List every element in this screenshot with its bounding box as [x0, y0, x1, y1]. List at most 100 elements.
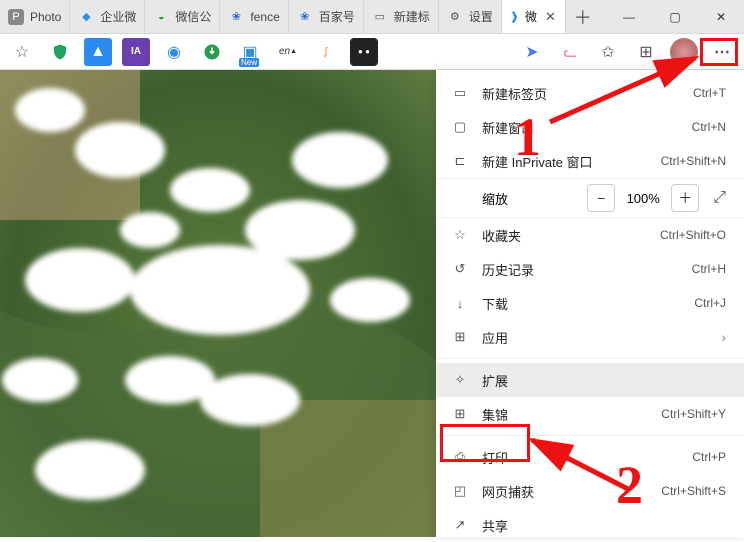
menu-extensions[interactable]: ✧ 扩展	[436, 363, 744, 397]
favicon-drop-icon: ◆	[78, 9, 94, 25]
tab-icon: ▭	[452, 85, 468, 101]
tab-label: 企业微	[100, 8, 136, 25]
window-icon: ▢	[452, 119, 468, 135]
tab-photo[interactable]: P Photo	[0, 0, 70, 33]
tab-weixin[interactable]: ◒ 微信公	[145, 0, 220, 33]
collections-icon[interactable]: ⊞	[632, 38, 660, 66]
fullscreen-icon[interactable]: ⤢	[713, 189, 726, 207]
tab-qiyewei[interactable]: ◆ 企业微	[70, 0, 145, 33]
menu-shortcut: Ctrl+N	[692, 120, 726, 134]
satellite-image	[0, 70, 436, 537]
menu-label: 新建标签页	[482, 84, 679, 103]
menu-label: 应用	[482, 328, 707, 347]
bird-icon[interactable]: ➤	[518, 38, 546, 66]
tab-label: fence	[250, 10, 279, 24]
menu-label: 扩展	[482, 371, 726, 390]
menu-print[interactable]: ⎙ 打印 Ctrl+P	[436, 440, 744, 474]
menu-label: 新建 InPrivate 窗口	[482, 152, 647, 171]
menu-shortcut: Ctrl+T	[693, 86, 726, 100]
apps-icon: ⊞	[452, 329, 468, 345]
tab-baijia[interactable]: ❀ 百家号	[289, 0, 364, 33]
tab-label: Photo	[30, 10, 61, 24]
tab-bing-active[interactable]: ❱ 微 ✕	[502, 0, 566, 33]
favicon-gear-icon: ⚙	[447, 9, 463, 25]
star-icon: ☆	[452, 227, 468, 243]
separator	[436, 358, 744, 359]
window-close[interactable]: ✕	[698, 0, 744, 34]
bear-icon[interactable]: ᶘ	[312, 38, 340, 66]
menu-favorites[interactable]: ☆ 收藏夹 Ctrl+Shift+O	[436, 218, 744, 252]
menu-label: 收藏夹	[482, 226, 646, 245]
menu-label: 下载	[482, 294, 680, 313]
new-tab-button[interactable]: ＋	[566, 0, 600, 34]
share-icon: ↗	[452, 517, 468, 533]
content-area: ▭ 新建标签页 Ctrl+T ▢ 新建窗口 Ctrl+N ⊏ 新建 InPriv…	[0, 70, 744, 537]
favicon-wechat-icon: ◒	[153, 9, 169, 25]
menu-label: 共享	[482, 516, 726, 535]
menu-shortcut: Ctrl+Shift+N	[661, 154, 726, 168]
favorites-star-icon[interactable]: ☆	[8, 38, 36, 66]
tv-icon[interactable]: ▣New	[236, 38, 264, 66]
menu-shortcut: Ctrl+H	[692, 262, 726, 276]
en-icon[interactable]: en▲	[274, 38, 302, 66]
menu-new-inprivate[interactable]: ⊏ 新建 InPrivate 窗口 Ctrl+Shift+N	[436, 144, 744, 178]
menu-shortcut: Ctrl+Shift+O	[660, 228, 726, 242]
menu-apps[interactable]: ⊞ 应用 ›	[436, 320, 744, 354]
tab-settings[interactable]: ⚙ 设置	[439, 0, 502, 33]
menu-downloads[interactable]: ↓ 下载 Ctrl+J	[436, 286, 744, 320]
tab-fence[interactable]: ❀ fence	[220, 0, 288, 33]
tab-bar: P Photo ◆ 企业微 ◒ 微信公 ❀ fence ❀ 百家号 ▭ 新建标 …	[0, 0, 744, 34]
favicon-bing-icon: ❱	[510, 9, 519, 25]
menu-label: 历史记录	[482, 260, 678, 279]
menu-new-window[interactable]: ▢ 新建窗口 Ctrl+N	[436, 110, 744, 144]
tab-xinjian[interactable]: ▭ 新建标	[364, 0, 439, 33]
cat-icon[interactable]: ᓚ	[556, 38, 584, 66]
tab-label: 微信公	[175, 8, 211, 25]
menu-shortcut: Ctrl+Shift+Y	[661, 407, 726, 421]
toolbar: ☆ ▲ IA ◉ ▣New en▲ ᶘ ● ● ➤ ᓚ ✩ ⊞ ⋯	[0, 34, 744, 70]
chevron-right-icon: ›	[721, 329, 726, 345]
dots-icon[interactable]: ● ●	[350, 38, 378, 66]
print-icon: ⎙	[452, 449, 468, 465]
more-button[interactable]: ⋯	[708, 38, 736, 66]
favicon-tab-icon: ▭	[372, 9, 388, 25]
menu-label: 新建窗口	[482, 118, 678, 137]
fav-add-icon[interactable]: ✩	[594, 38, 622, 66]
tab-label: 微	[525, 8, 537, 25]
tab-label: 新建标	[394, 8, 430, 25]
ia-icon[interactable]: IA	[122, 38, 150, 66]
menu-zoom-row: 缩放 − 100% ＋ ⤢	[436, 178, 744, 218]
menu-shortcut: Ctrl+J	[694, 296, 726, 310]
menu-label: 集锦	[482, 405, 647, 424]
download-icon: ↓	[452, 295, 468, 311]
idm-icon[interactable]	[198, 38, 226, 66]
zoom-out-button[interactable]: −	[587, 184, 615, 212]
profile-icon[interactable]	[670, 38, 698, 66]
close-icon[interactable]: ✕	[543, 9, 558, 25]
shield-icon[interactable]	[46, 38, 74, 66]
inprivate-icon: ⊏	[452, 153, 468, 169]
window-maximize[interactable]: ▢	[652, 0, 698, 34]
menu-collections[interactable]: ⊞ 集锦 Ctrl+Shift+Y	[436, 397, 744, 431]
app-menu: ▭ 新建标签页 Ctrl+T ▢ 新建窗口 Ctrl+N ⊏ 新建 InPriv…	[436, 70, 744, 537]
extensions-icon: ✧	[452, 372, 468, 388]
favicon-paw-icon: ❀	[228, 9, 244, 25]
menu-new-tab[interactable]: ▭ 新建标签页 Ctrl+T	[436, 76, 744, 110]
menu-label: 打印	[482, 448, 678, 467]
zoom-in-button[interactable]: ＋	[671, 184, 699, 212]
separator	[436, 435, 744, 436]
menu-shortcut: Ctrl+Shift+S	[661, 484, 726, 498]
menu-capture[interactable]: ◰ 网页捕获 Ctrl+Shift+S	[436, 474, 744, 508]
window-minimize[interactable]: —	[606, 0, 652, 34]
menu-history[interactable]: ↺ 历史记录 Ctrl+H	[436, 252, 744, 286]
photos-icon[interactable]: ▲	[84, 38, 112, 66]
swirl-icon[interactable]: ◉	[160, 38, 188, 66]
tab-label: 设置	[469, 8, 493, 25]
favicon-photo: P	[8, 9, 24, 25]
capture-icon: ◰	[452, 483, 468, 499]
zoom-label: 缩放	[482, 189, 508, 208]
tab-label: 百家号	[319, 8, 355, 25]
menu-label: 网页捕获	[482, 482, 647, 501]
collections-icon: ⊞	[452, 406, 468, 422]
menu-shortcut: Ctrl+P	[692, 450, 726, 464]
